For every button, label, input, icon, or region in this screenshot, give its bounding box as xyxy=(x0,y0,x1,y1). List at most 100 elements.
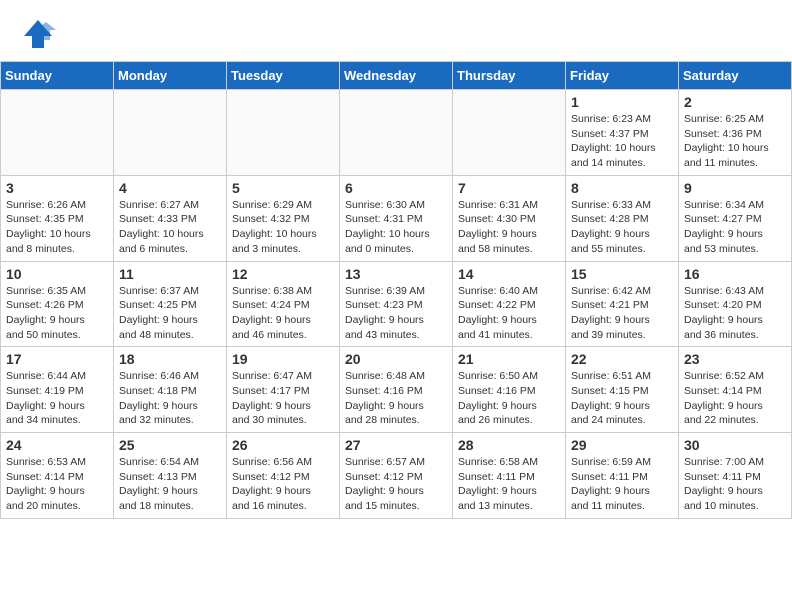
weekday-header-sunday: Sunday xyxy=(1,62,114,90)
weekday-header-tuesday: Tuesday xyxy=(227,62,340,90)
day-number: 13 xyxy=(345,266,447,282)
day-number: 11 xyxy=(119,266,221,282)
calendar-cell: 29Sunrise: 6:59 AM Sunset: 4:11 PM Dayli… xyxy=(566,433,679,519)
header xyxy=(0,0,792,61)
weekday-header-friday: Friday xyxy=(566,62,679,90)
calendar-cell: 23 Sunrise: 6:52 AM Sunset: 4:14 PM Dayli… xyxy=(679,347,792,433)
calendar-cell: 1Sunrise: 6:23 AM Sunset: 4:37 PM Daylig… xyxy=(566,90,679,176)
day-number: 4 xyxy=(119,180,221,196)
day-number: 27 xyxy=(345,437,447,453)
calendar-cell: 15 Sunrise: 6:42 AM Sunset: 4:21 PM Dayli… xyxy=(566,261,679,347)
calendar-week-3: 10 Sunrise: 6:35 AM Sunset: 4:26 PM Dayli… xyxy=(1,261,792,347)
calendar-cell: 12 Sunrise: 6:38 AM Sunset: 4:24 PM Dayli… xyxy=(227,261,340,347)
day-number: 29 xyxy=(571,437,673,453)
calendar-week-5: 24Sunrise: 6:53 AM Sunset: 4:14 PM Dayli… xyxy=(1,433,792,519)
calendar-cell: 25Sunrise: 6:54 AM Sunset: 4:13 PM Dayli… xyxy=(114,433,227,519)
day-number: 18 xyxy=(119,351,221,367)
day-number: 23 xyxy=(684,351,786,367)
day-info: Sunrise: 6:47 AM Sunset: 4:17 PM Dayligh… xyxy=(232,369,334,428)
calendar-cell: 24Sunrise: 6:53 AM Sunset: 4:14 PM Dayli… xyxy=(1,433,114,519)
calendar-week-4: 17Sunrise: 6:44 AM Sunset: 4:19 PM Dayli… xyxy=(1,347,792,433)
day-info: Sunrise: 6:39 AM Sunset: 4:23 PM Dayligh… xyxy=(345,284,447,343)
calendar-cell: 11 Sunrise: 6:37 AM Sunset: 4:25 PM Dayli… xyxy=(114,261,227,347)
calendar-cell: 5 Sunrise: 6:29 AM Sunset: 4:32 PM Daylig… xyxy=(227,175,340,261)
day-info: Sunrise: 6:48 AM Sunset: 4:16 PM Dayligh… xyxy=(345,369,447,428)
calendar-cell: 2 Sunrise: 6:25 AM Sunset: 4:36 PM Daylig… xyxy=(679,90,792,176)
day-number: 26 xyxy=(232,437,334,453)
calendar-week-1: 1Sunrise: 6:23 AM Sunset: 4:37 PM Daylig… xyxy=(1,90,792,176)
calendar-cell xyxy=(340,90,453,176)
day-number: 6 xyxy=(345,180,447,196)
day-number: 7 xyxy=(458,180,560,196)
day-info: Sunrise: 6:52 AM Sunset: 4:14 PM Dayligh… xyxy=(684,369,786,428)
day-number: 3 xyxy=(6,180,108,196)
day-number: 9 xyxy=(684,180,786,196)
day-number: 28 xyxy=(458,437,560,453)
calendar-cell: 21 Sunrise: 6:50 AM Sunset: 4:16 PM Dayli… xyxy=(453,347,566,433)
day-info: Sunrise: 6:58 AM Sunset: 4:11 PM Dayligh… xyxy=(458,455,560,514)
day-info: Sunrise: 6:50 AM Sunset: 4:16 PM Dayligh… xyxy=(458,369,560,428)
day-number: 10 xyxy=(6,266,108,282)
day-number: 22 xyxy=(571,351,673,367)
day-info: Sunrise: 7:00 AM Sunset: 4:11 PM Dayligh… xyxy=(684,455,786,514)
page-container: SundayMondayTuesdayWednesdayThursdayFrid… xyxy=(0,0,792,527)
day-number: 8 xyxy=(571,180,673,196)
day-info: Sunrise: 6:53 AM Sunset: 4:14 PM Dayligh… xyxy=(6,455,108,514)
day-number: 19 xyxy=(232,351,334,367)
calendar-cell xyxy=(1,90,114,176)
calendar-cell: 26 Sunrise: 6:56 AM Sunset: 4:12 PM Dayli… xyxy=(227,433,340,519)
calendar-wrapper: SundayMondayTuesdayWednesdayThursdayFrid… xyxy=(0,61,792,527)
day-number: 25 xyxy=(119,437,221,453)
day-info: Sunrise: 6:25 AM Sunset: 4:36 PM Dayligh… xyxy=(684,112,786,171)
calendar-week-2: 3 Sunrise: 6:26 AM Sunset: 4:35 PM Daylig… xyxy=(1,175,792,261)
calendar-cell: 28 Sunrise: 6:58 AM Sunset: 4:11 PM Dayli… xyxy=(453,433,566,519)
day-info: Sunrise: 6:57 AM Sunset: 4:12 PM Dayligh… xyxy=(345,455,447,514)
calendar-cell: 10 Sunrise: 6:35 AM Sunset: 4:26 PM Dayli… xyxy=(1,261,114,347)
day-number: 2 xyxy=(684,94,786,110)
day-info: Sunrise: 6:37 AM Sunset: 4:25 PM Dayligh… xyxy=(119,284,221,343)
calendar-cell: 13 Sunrise: 6:39 AM Sunset: 4:23 PM Dayli… xyxy=(340,261,453,347)
calendar-cell: 14Sunrise: 6:40 AM Sunset: 4:22 PM Dayli… xyxy=(453,261,566,347)
day-info: Sunrise: 6:38 AM Sunset: 4:24 PM Dayligh… xyxy=(232,284,334,343)
calendar-cell: 4Sunrise: 6:27 AM Sunset: 4:33 PM Daylig… xyxy=(114,175,227,261)
day-number: 21 xyxy=(458,351,560,367)
day-info: Sunrise: 6:56 AM Sunset: 4:12 PM Dayligh… xyxy=(232,455,334,514)
day-info: Sunrise: 6:46 AM Sunset: 4:18 PM Dayligh… xyxy=(119,369,221,428)
calendar-cell: 3 Sunrise: 6:26 AM Sunset: 4:35 PM Daylig… xyxy=(1,175,114,261)
calendar-cell: 9 Sunrise: 6:34 AM Sunset: 4:27 PM Daylig… xyxy=(679,175,792,261)
day-info: Sunrise: 6:34 AM Sunset: 4:27 PM Dayligh… xyxy=(684,198,786,257)
day-number: 15 xyxy=(571,266,673,282)
day-number: 16 xyxy=(684,266,786,282)
logo xyxy=(20,16,60,57)
day-number: 5 xyxy=(232,180,334,196)
day-info: Sunrise: 6:30 AM Sunset: 4:31 PM Dayligh… xyxy=(345,198,447,257)
day-info: Sunrise: 6:26 AM Sunset: 4:35 PM Dayligh… xyxy=(6,198,108,257)
logo-icon xyxy=(20,16,56,57)
weekday-header-thursday: Thursday xyxy=(453,62,566,90)
day-info: Sunrise: 6:35 AM Sunset: 4:26 PM Dayligh… xyxy=(6,284,108,343)
calendar-cell: 20 Sunrise: 6:48 AM Sunset: 4:16 PM Dayli… xyxy=(340,347,453,433)
calendar-cell: 27 Sunrise: 6:57 AM Sunset: 4:12 PM Dayli… xyxy=(340,433,453,519)
calendar-cell: 22 Sunrise: 6:51 AM Sunset: 4:15 PM Dayli… xyxy=(566,347,679,433)
calendar-cell: 16 Sunrise: 6:43 AM Sunset: 4:20 PM Dayli… xyxy=(679,261,792,347)
day-info: Sunrise: 6:31 AM Sunset: 4:30 PM Dayligh… xyxy=(458,198,560,257)
day-info: Sunrise: 6:42 AM Sunset: 4:21 PM Dayligh… xyxy=(571,284,673,343)
day-number: 12 xyxy=(232,266,334,282)
calendar-header-row: SundayMondayTuesdayWednesdayThursdayFrid… xyxy=(1,62,792,90)
day-info: Sunrise: 6:43 AM Sunset: 4:20 PM Dayligh… xyxy=(684,284,786,343)
calendar-cell: 6 Sunrise: 6:30 AM Sunset: 4:31 PM Daylig… xyxy=(340,175,453,261)
weekday-header-monday: Monday xyxy=(114,62,227,90)
calendar-cell: 30 Sunrise: 7:00 AM Sunset: 4:11 PM Dayli… xyxy=(679,433,792,519)
calendar-cell: 18 Sunrise: 6:46 AM Sunset: 4:18 PM Dayli… xyxy=(114,347,227,433)
weekday-header-wednesday: Wednesday xyxy=(340,62,453,90)
day-info: Sunrise: 6:51 AM Sunset: 4:15 PM Dayligh… xyxy=(571,369,673,428)
day-number: 20 xyxy=(345,351,447,367)
calendar-cell: 17Sunrise: 6:44 AM Sunset: 4:19 PM Dayli… xyxy=(1,347,114,433)
day-info: Sunrise: 6:29 AM Sunset: 4:32 PM Dayligh… xyxy=(232,198,334,257)
calendar-table: SundayMondayTuesdayWednesdayThursdayFrid… xyxy=(0,61,792,519)
calendar-cell xyxy=(114,90,227,176)
day-number: 30 xyxy=(684,437,786,453)
calendar-cell: 7 Sunrise: 6:31 AM Sunset: 4:30 PM Daylig… xyxy=(453,175,566,261)
day-info: Sunrise: 6:40 AM Sunset: 4:22 PM Dayligh… xyxy=(458,284,560,343)
day-number: 17 xyxy=(6,351,108,367)
